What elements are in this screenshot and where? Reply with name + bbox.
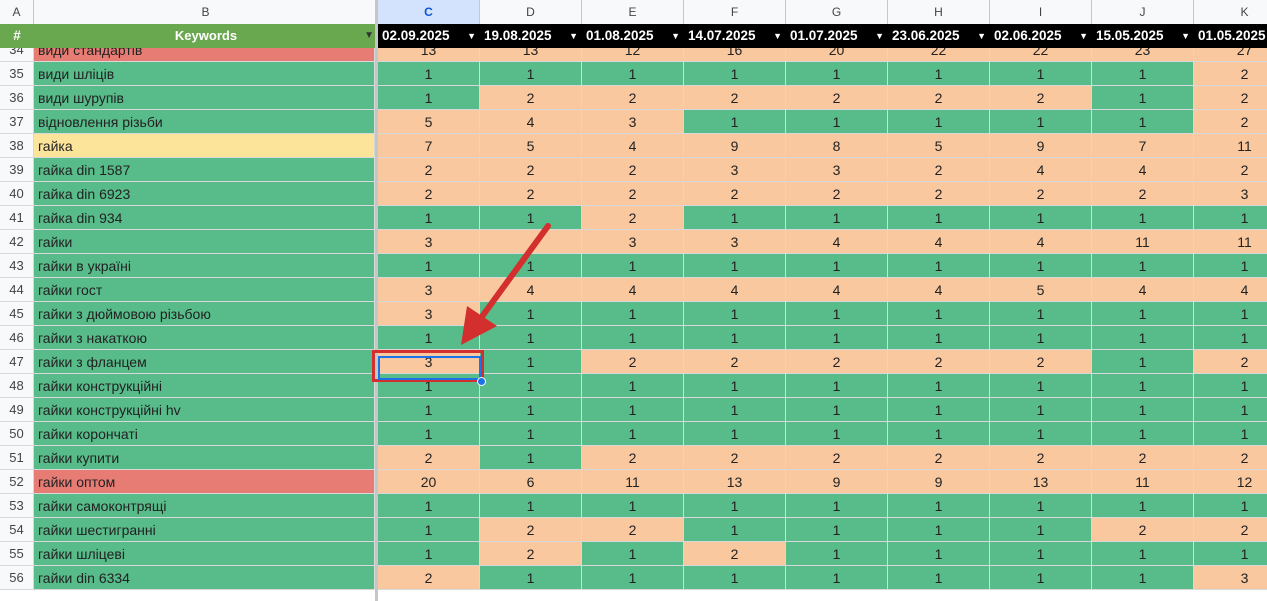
annotation-arrow (461, 223, 551, 345)
